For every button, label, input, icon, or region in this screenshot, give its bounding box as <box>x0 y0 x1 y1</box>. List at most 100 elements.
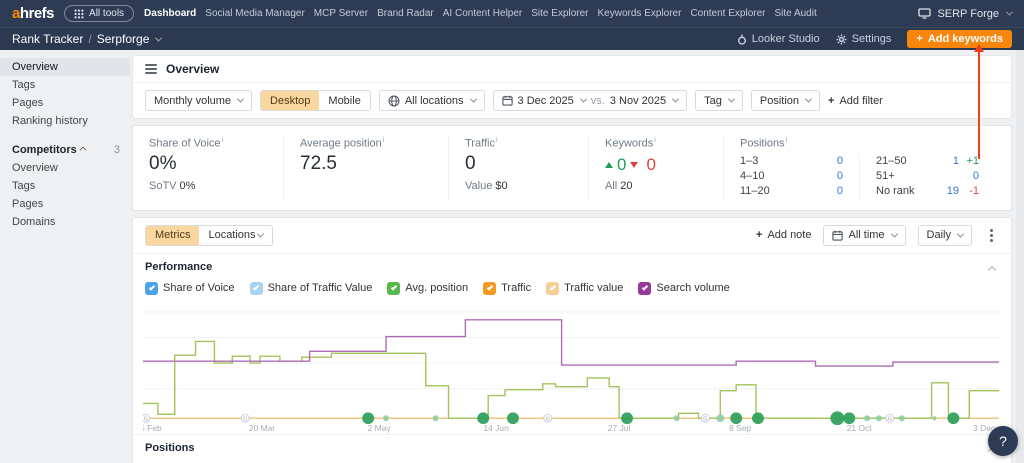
nav-item-mcp-server[interactable]: MCP Server <box>314 8 368 19</box>
tag-dropdown[interactable]: Tag <box>695 90 743 111</box>
top-navigation: ahrefs All tools Dashboard Social Media M… <box>0 0 1024 27</box>
chevron-down-icon <box>579 95 587 103</box>
legend-label: Avg. position <box>405 282 469 295</box>
more-options-icon[interactable] <box>990 233 993 237</box>
page-title: Overview <box>166 62 220 76</box>
add-filter-button[interactable]: + Add filter <box>828 95 883 107</box>
breadcrumb[interactable]: Rank Tracker / Serpforge <box>12 32 163 46</box>
x-axis-label: 2 May <box>368 423 392 433</box>
keywords-down-value: 0 <box>646 154 656 174</box>
info-icon[interactable]: i <box>786 137 788 144</box>
positions-stat-label: 1–3 <box>740 154 759 167</box>
arrow-down-icon <box>630 161 639 168</box>
sidebar-competitors-header[interactable]: Competitors 3 <box>0 141 130 159</box>
volume-dropdown[interactable]: Monthly volume <box>145 90 253 111</box>
check-icon <box>549 283 556 291</box>
sidebar-item-pages[interactable]: Pages <box>0 94 130 112</box>
legend-traffic-value[interactable]: Traffic value <box>546 281 624 295</box>
nav-item-social-media-manager[interactable]: Social Media Manager <box>205 8 305 19</box>
legend-search-volume[interactable]: Search volume <box>638 281 730 295</box>
nav-item-brand-radar[interactable]: Brand Radar <box>377 8 434 19</box>
nav-item-ai-content-helper[interactable]: AI Content Helper <box>443 8 523 19</box>
checkbox-checked-icon[interactable] <box>249 281 263 295</box>
nav-item-dashboard[interactable]: Dashboard <box>144 8 196 19</box>
positions-stat-value: 19 <box>946 184 959 197</box>
nav-item-site-audit[interactable]: Site Audit <box>774 8 816 19</box>
sidebar-item-overview[interactable]: Overview <box>0 58 130 76</box>
positions-stat-label: 51+ <box>876 169 895 182</box>
note-marker <box>752 411 764 424</box>
positions-stat-delta: +1 <box>966 154 979 167</box>
checkbox-checked-icon[interactable] <box>483 281 497 295</box>
date-start: 3 Dec 2025 <box>517 94 574 107</box>
device-mobile[interactable]: Mobile <box>319 91 370 110</box>
positions-stat-label: 4–10 <box>740 169 765 182</box>
ahrefs-logo[interactable]: ahrefs <box>12 5 55 22</box>
checkbox-checked-icon[interactable] <box>638 281 652 295</box>
menu-icon[interactable] <box>145 64 157 74</box>
performance-chart-wrap: GGGGG5 Feb20 Mar2 May14 Jun27 Jul8 Sep21… <box>133 302 1011 434</box>
legend-share-of-voice[interactable]: Share of Voice <box>145 281 235 295</box>
x-axis-label: 27 Jul <box>608 423 631 433</box>
looker-studio-link[interactable]: Looker Studio <box>737 33 820 45</box>
nav-item-content-explorer[interactable]: Content Explorer <box>690 8 765 19</box>
locations-label: All locations <box>404 94 464 107</box>
x-axis-label: 14 Jun <box>483 423 509 433</box>
performance-chart[interactable]: GGGGG5 Feb20 Mar2 May14 Jun27 Jul8 Sep21… <box>143 306 1001 434</box>
chevron-down-icon <box>804 95 813 103</box>
legend-share-of-traffic-value[interactable]: Share of Traffic Value <box>249 281 372 295</box>
sidebar-competitors-tags[interactable]: Tags <box>0 177 130 195</box>
granularity-dropdown[interactable]: Daily <box>917 224 972 246</box>
checkbox-checked-icon[interactable] <box>387 281 401 295</box>
nav-item-site-explorer[interactable]: Site Explorer <box>531 8 588 19</box>
info-icon[interactable]: i <box>654 137 656 144</box>
positions-title: Positions <box>145 441 195 454</box>
stat-share-of-voice: Share of Voicei 0% SoTV 0% <box>133 135 283 201</box>
note-marker <box>507 411 519 424</box>
competitors-count: 3 <box>113 144 120 156</box>
nav-item-keywords-explorer[interactable]: Keywords Explorer <box>598 8 682 19</box>
legend-traffic[interactable]: Traffic <box>483 281 531 295</box>
help-button[interactable]: ? <box>988 426 1018 456</box>
sidebar-competitors-pages[interactable]: Pages <box>0 195 130 213</box>
svg-text:G: G <box>144 416 148 422</box>
sidebar: Overview Tags Pages Ranking history Competi… <box>0 50 130 463</box>
device-toggle: Desktop Mobile <box>260 90 371 111</box>
note-marker <box>876 414 882 421</box>
info-icon[interactable]: i <box>222 137 224 144</box>
x-axis-label: 21 Oct <box>847 423 872 433</box>
legend-avg-position[interactable]: Avg. position <box>387 281 469 295</box>
vs-label: vs. <box>590 94 605 107</box>
chevron-down-icon <box>956 230 965 238</box>
checkbox-checked-icon[interactable] <box>145 281 158 295</box>
date-range-picker[interactable]: 3 Dec 2025 vs. 3 Nov 2025 <box>492 90 688 111</box>
tab-metrics[interactable]: Metrics <box>146 225 200 245</box>
locations-dropdown[interactable]: All locations <box>378 90 485 111</box>
sidebar-competitors-overview[interactable]: Overview <box>0 159 130 177</box>
filter-bar: Monthly volume Desktop Mobile All locati… <box>133 83 1011 118</box>
collapse-icon[interactable] <box>987 264 997 276</box>
positions-table-right: 21–50 1 +1 51+ 0 No rank 19 -1 <box>859 153 995 199</box>
average-position-value: 72.5 <box>300 152 337 174</box>
account-menu[interactable]: SERP Forge <box>918 8 1014 20</box>
chevron-down-icon <box>727 95 735 103</box>
add-note-button[interactable]: + Add note <box>756 229 811 241</box>
device-desktop[interactable]: Desktop <box>261 91 320 110</box>
chevron-down-icon <box>237 95 245 103</box>
all-tools-button[interactable]: All tools <box>64 5 135 22</box>
sidebar-item-tags[interactable]: Tags <box>0 76 130 94</box>
add-keywords-button[interactable]: + Add keywords <box>907 30 1012 48</box>
position-dropdown[interactable]: Position <box>750 90 820 111</box>
breadcrumb-app: Rank Tracker <box>12 32 84 46</box>
chevron-up-icon <box>79 146 87 154</box>
sidebar-competitors-domains[interactable]: Domains <box>0 213 130 231</box>
scrollbar[interactable] <box>1016 50 1024 463</box>
checkbox-checked-icon[interactable] <box>546 281 560 295</box>
settings-button[interactable]: Settings <box>836 33 891 45</box>
legend-label: Traffic value <box>564 282 624 295</box>
sidebar-item-ranking-history[interactable]: Ranking history <box>0 112 130 130</box>
info-icon[interactable]: i <box>383 137 385 144</box>
tab-locations[interactable]: Locations <box>199 225 272 245</box>
time-range-dropdown[interactable]: All time <box>823 224 906 246</box>
info-icon[interactable]: i <box>496 137 498 144</box>
